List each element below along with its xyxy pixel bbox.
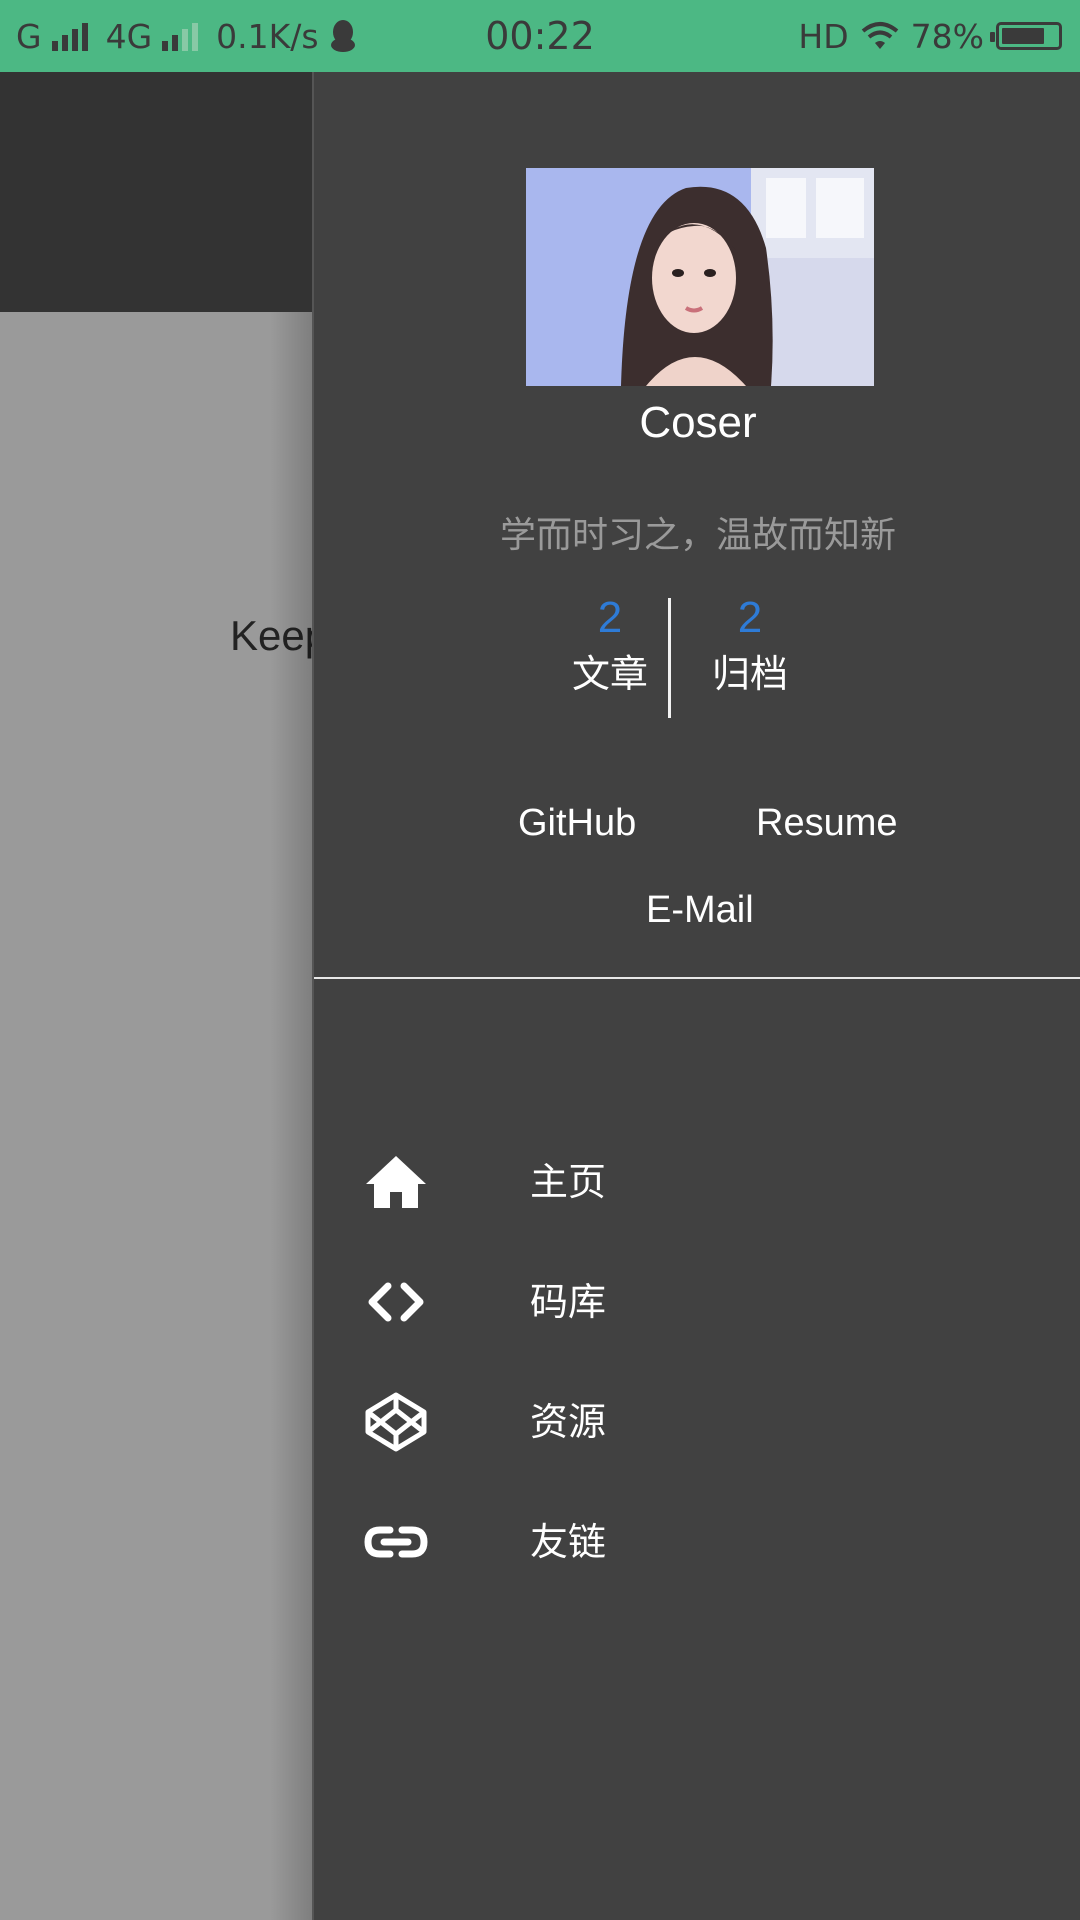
link-icon [364,1526,428,1558]
drawer-divider [314,977,1080,979]
network-type-1: G [16,16,42,56]
username: Coser [639,398,757,447]
email-link[interactable]: E-Mail [646,889,754,932]
stat-articles-label: 文章 [571,652,648,696]
hd-indicator: HD [798,16,849,56]
status-bar: G 4G 0.1K/s 00:22 HD 78% [0,0,1080,72]
stat-archives-count: 2 [737,593,763,642]
signal-icon [51,21,88,51]
avatar-photo [526,168,874,386]
menu-item-code[interactable]: 码库 [314,1247,1080,1357]
code-icon [368,1282,424,1322]
network-speed: 0.1K/s [216,16,319,56]
drawer-shadow [270,312,312,1920]
codepen-icon [365,1392,427,1452]
stat-archives-label: 归档 [711,652,788,696]
menu-item-home[interactable]: 主页 [314,1127,1080,1237]
menu-item-friend-links[interactable]: 友链 [314,1487,1080,1597]
navigation-drawer: Coser 学而时习之，温故而知新 2 文章 2 归档 GitHub Resum… [312,72,1080,1920]
stat-archives[interactable]: 2 归档 [680,590,820,702]
network-type-2: 4G [105,16,153,56]
stats: 2 文章 2 归档 [526,590,874,718]
home-icon [366,1156,426,1208]
menu-item-home-label: 主页 [530,1160,607,1204]
signal-icon-2 [162,21,199,51]
menu-item-resources-label: 资源 [530,1400,607,1444]
wifi-icon [861,22,898,49]
qq-icon [330,20,355,52]
resume-link[interactable]: Resume [756,802,898,845]
background-content [0,312,312,1920]
menu-item-code-label: 码库 [530,1280,607,1324]
battery-percent: 78% [910,16,984,56]
github-link[interactable]: GitHub [518,802,636,845]
stat-articles-count: 2 [597,593,623,642]
menu-item-resources[interactable]: 资源 [314,1367,1080,1477]
stats-divider [668,598,671,718]
menu-item-friend-links-label: 友链 [530,1520,607,1564]
battery-icon [990,22,1062,50]
background-app-bar [0,72,312,312]
motto: 学而时习之，温故而知新 [499,515,896,556]
avatar[interactable] [526,168,874,386]
stat-articles[interactable]: 2 文章 [540,590,680,702]
